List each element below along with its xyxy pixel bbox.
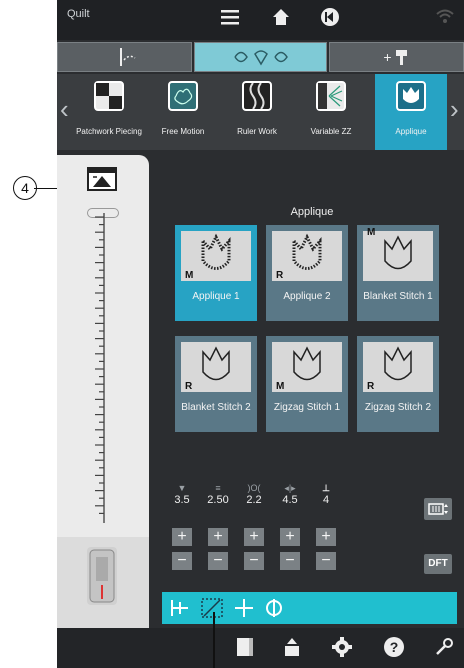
stitch-badge: M <box>276 381 285 392</box>
stitch-zigzag-1[interactable]: M Zigzag Stitch 1 <box>266 336 348 432</box>
tension-minus-button[interactable]: − <box>316 552 336 570</box>
position-icon: ◂|▸ <box>284 483 296 493</box>
param-value: 2.50 <box>207 494 229 506</box>
stitch-width-icon: ▼ <box>177 483 187 493</box>
ruler-work-icon <box>242 81 272 111</box>
param-value: 3.5 <box>174 494 190 506</box>
applique-icon <box>396 81 426 111</box>
sewing-machine-screen: Quilt + Patchwork Piecing Free Motion Ru… <box>57 0 464 668</box>
stitch-options-icon <box>428 503 448 515</box>
stitch-badge: M <box>185 270 194 281</box>
stitch-applique-1[interactable]: M Applique 1 <box>175 225 257 321</box>
stitch-menu-icon[interactable] <box>235 636 255 663</box>
plus-tab-icon <box>395 50 407 65</box>
scroll-right-arrow-icon[interactable]: › <box>450 94 459 124</box>
menu-icon[interactable] <box>219 6 241 33</box>
free-motion-icon <box>168 81 198 111</box>
stitch-badge: R <box>367 381 375 392</box>
param-value: 4 <box>322 494 330 506</box>
stitch-label: Applique 2 <box>283 291 331 302</box>
tab-decorative[interactable] <box>194 42 327 72</box>
tools-icon[interactable] <box>433 636 455 663</box>
mirror-stitch-icon[interactable] <box>168 596 192 620</box>
tab-plus-label: + <box>383 49 392 65</box>
position-minus-button[interactable]: − <box>280 552 300 570</box>
stitch-label: Zigzag Stitch 2 <box>364 402 432 413</box>
stitch-length-minus-button[interactable]: − <box>208 552 228 570</box>
category-tabs: + <box>57 42 464 72</box>
technique-label: Ruler Work <box>237 127 277 136</box>
density-plus-button[interactable]: + <box>244 528 264 546</box>
stitch-length-plus-button[interactable]: + <box>208 528 228 546</box>
technique-label: Applique <box>395 127 427 136</box>
presser-foot-icon <box>87 547 117 605</box>
technique-applique[interactable]: Applique <box>375 74 447 150</box>
tension-icon: ⊥ <box>322 483 330 493</box>
pointer-leader-line <box>213 612 215 668</box>
svg-text:?: ? <box>390 639 399 655</box>
needle-tab-icon <box>119 48 135 66</box>
variable-zz-icon <box>316 81 346 111</box>
param-position: ◂|▸ 4.5 <box>273 483 307 506</box>
technique-free-motion[interactable]: Free Motion <box>147 74 219 150</box>
balance-icon[interactable] <box>262 596 286 620</box>
technique-variable-zz[interactable]: Variable ZZ <box>295 74 367 150</box>
default-button[interactable]: DFT <box>424 554 452 574</box>
needle-position-icon[interactable] <box>232 596 256 620</box>
technique-label: Patchwork Piecing <box>76 127 142 136</box>
technique-selector: Patchwork Piecing Free Motion Ruler Work… <box>57 74 464 150</box>
stitch-label: Blanket Stitch 2 <box>181 402 251 413</box>
stitch-blanket-2[interactable]: R Blanket Stitch 2 <box>175 336 257 432</box>
stitch-label: Blanket Stitch 1 <box>363 291 433 302</box>
stitch-applique-2[interactable]: R Applique 2 <box>266 225 348 321</box>
param-density: )O( 2.2 <box>237 483 271 506</box>
bottom-bar: ? <box>57 628 464 668</box>
density-icon: )O( <box>247 483 261 493</box>
stitch-zigzag-2[interactable]: R Zigzag Stitch 2 <box>357 336 439 432</box>
decorative-tab-icon <box>233 50 288 66</box>
wifi-icon <box>435 6 455 31</box>
settings-icon[interactable] <box>331 636 353 663</box>
stitch-badge: R <box>185 381 193 392</box>
param-stitch-length: ≡ 2.50 <box>201 483 235 506</box>
technique-ruler-work[interactable]: Ruler Work <box>221 74 293 150</box>
back-icon[interactable] <box>319 6 341 33</box>
top-bar: Quilt <box>57 0 464 40</box>
section-title: Applique <box>290 206 334 218</box>
stitch-preview-mode-icon[interactable] <box>200 596 224 620</box>
param-tension: ⊥ 4 <box>309 483 343 506</box>
scroll-left-arrow-icon[interactable]: ‹ <box>60 94 69 124</box>
tab-needle[interactable] <box>57 42 192 72</box>
stitch-badge: R <box>276 270 284 281</box>
mode-label: Quilt <box>67 8 90 20</box>
stitch-label: Applique 1 <box>192 291 240 302</box>
stitch-preview-panel: F <box>57 155 149 645</box>
density-minus-button[interactable]: − <box>244 552 264 570</box>
param-stitch-width: ▼ 3.5 <box>165 483 199 506</box>
stitch-blanket-1[interactable]: M Blanket Stitch 1 <box>357 225 439 321</box>
applique-shape-icon <box>363 231 433 281</box>
stitch-preview-ruler <box>79 213 129 523</box>
stitch-options-button[interactable] <box>424 498 452 520</box>
param-value: 4.5 <box>282 494 298 506</box>
home-icon[interactable] <box>270 6 292 33</box>
technique-patchwork[interactable]: Patchwork Piecing <box>73 74 145 150</box>
tension-plus-button[interactable]: + <box>316 528 336 546</box>
export-icon[interactable] <box>282 636 302 663</box>
stitch-length-icon: ≡ <box>215 483 221 493</box>
stitch-label: Zigzag Stitch 1 <box>273 402 341 413</box>
position-plus-button[interactable]: + <box>280 528 300 546</box>
technique-label: Free Motion <box>161 127 205 136</box>
patchwork-icon <box>94 81 124 111</box>
stitch-width-minus-button[interactable]: − <box>172 552 192 570</box>
stitch-badge: M <box>367 227 376 238</box>
stitch-width-plus-button[interactable]: + <box>172 528 192 546</box>
stitch-tool-strip <box>162 592 457 624</box>
stitch-preview-toggle-icon[interactable] <box>87 167 117 191</box>
param-value: 2.2 <box>246 494 262 506</box>
help-icon[interactable]: ? <box>383 636 405 663</box>
technique-label: Variable ZZ <box>310 127 352 136</box>
tab-plus[interactable]: + <box>329 42 464 72</box>
